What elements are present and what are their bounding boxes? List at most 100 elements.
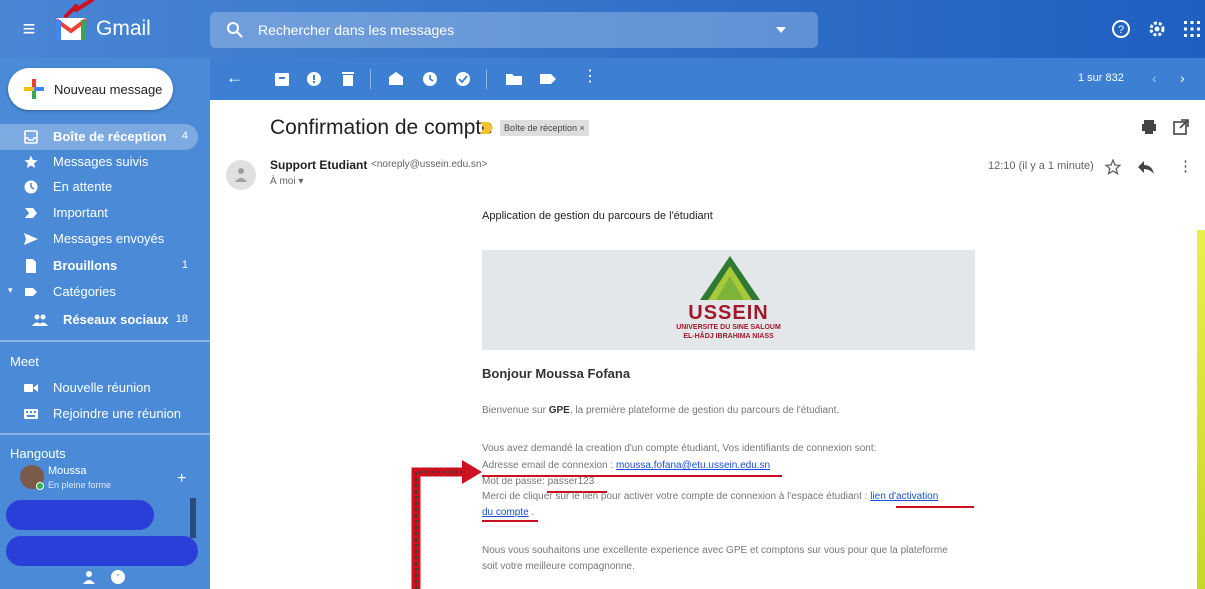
welcome-brand: GPE [548, 405, 570, 416]
sidebar-item-inbox[interactable]: Boîte de réception 4 [0, 124, 198, 150]
sidebar-item-label: Boîte de réception [53, 129, 167, 144]
move-to-folder-icon[interactable] [504, 69, 524, 89]
trash-icon[interactable] [338, 69, 358, 89]
sidebar-item-label: Réseaux sociaux [63, 312, 169, 327]
snooze-clock-icon[interactable] [420, 69, 440, 89]
label-icon [25, 288, 37, 296]
sidebar-item-label: Important [53, 205, 108, 220]
toolbar-divider [486, 69, 487, 89]
annotation-underline [896, 506, 974, 508]
activation-link-continued[interactable]: du compte [482, 507, 529, 518]
inbox-icon [24, 130, 38, 144]
inbox-label-chip[interactable]: Boîte de réception × [500, 120, 589, 136]
unread-count: 18 [175, 313, 188, 325]
password-line: Mot de passe: passer123 [482, 476, 595, 487]
closing-text: Nous vous souhaitons une excellente expe… [482, 545, 948, 572]
sidebar-item-drafts[interactable]: Brouillons 1 [0, 253, 198, 279]
people-icon [32, 314, 48, 326]
compose-button[interactable]: Nouveau message [8, 68, 173, 110]
email-line: Adresse email de connexion : moussa.fofa… [482, 460, 770, 471]
add-contact-icon[interactable]: + [177, 470, 186, 488]
back-arrow-icon[interactable]: ← [226, 68, 243, 88]
divider [0, 433, 210, 435]
settings-gear-icon[interactable] [1146, 18, 1168, 40]
unread-count: 1 [181, 259, 188, 271]
draft-file-icon [26, 259, 36, 273]
email-link[interactable]: moussa.fofana@etu.ussein.edu.sn [616, 460, 770, 471]
main-menu-icon[interactable]: ≡ [18, 18, 40, 40]
welcome-prefix: Bienvenue sur [482, 405, 549, 416]
ussein-line-1: UNIVERSITE DU SINE SALOUM [676, 324, 781, 331]
sender-name[interactable]: Support Etudiant [270, 158, 367, 172]
sidebar-item-label: Catégories [53, 284, 116, 299]
divider [0, 340, 210, 342]
welcome-text: Bienvenue sur GPE, la première plateform… [482, 405, 839, 416]
expand-arrow-icon[interactable]: ▾ [8, 285, 13, 296]
annotation-arrow-icon [411, 460, 482, 589]
search-options-icon[interactable] [776, 27, 786, 33]
print-icon[interactable] [1140, 118, 1158, 136]
newer-chevron-icon[interactable]: ‹ [1152, 70, 1157, 86]
important-marker-icon[interactable] [480, 122, 493, 134]
compose-label: Nouveau message [54, 82, 163, 97]
activation-link[interactable]: lien d'activation [870, 491, 938, 502]
send-icon [24, 233, 38, 245]
star-outline-icon[interactable] [1105, 159, 1121, 175]
message-timestamp: 12:10 (il y a 1 minute) [988, 160, 1094, 172]
email-label: Adresse email de connexion : [482, 460, 616, 471]
apps-grid-icon[interactable] [1181, 18, 1203, 40]
email-intro: Application de gestion du parcours de l'… [482, 210, 713, 222]
more-options-icon[interactable]: ⋮ [582, 69, 598, 85]
sidebar-item-social[interactable]: Réseaux sociaux 18 [0, 307, 198, 333]
hangouts-chat-icon[interactable]: " [110, 569, 126, 585]
unread-count: 4 [181, 130, 188, 142]
top-bar: ≡ Gmail Rechercher dans les messages ? [0, 0, 1205, 58]
main-area: ← ⋮ 1 sur 832 ‹ › Confirmation de compte… [210, 58, 1205, 589]
archive-icon[interactable] [272, 69, 292, 89]
recipient-details[interactable]: À moi ▾ [270, 176, 303, 187]
mark-unread-icon[interactable] [386, 69, 406, 89]
sidebar-item-starred[interactable]: Messages suivis [0, 149, 198, 175]
sidebar-item-sent[interactable]: Messages envoyés [0, 226, 198, 252]
welcome-suffix: , la première plateforme de gestion du p… [569, 405, 840, 416]
add-task-icon[interactable] [454, 69, 474, 89]
keyboard-icon [24, 409, 38, 419]
more-options-icon[interactable]: ⋮ [1178, 157, 1193, 175]
annotation-underline [482, 520, 538, 522]
ussein-mountain-logo-icon [700, 256, 760, 300]
reply-icon[interactable] [1138, 160, 1154, 174]
sidebar-item-snoozed[interactable]: En attente [0, 174, 198, 200]
meet-new-meeting[interactable]: Nouvelle réunion [0, 375, 198, 401]
online-status-icon [36, 482, 44, 490]
meet-join-meeting[interactable]: Rejoindre une réunion [0, 401, 198, 427]
redaction-scribble [6, 536, 198, 566]
ussein-banner: USSEIN UNIVERSITE DU SINE SALOUM EL-HÂDJ… [482, 250, 975, 350]
app-name[interactable]: Gmail [96, 16, 151, 42]
sidebar-item-categories[interactable]: ▾ Catégories [0, 279, 198, 305]
label-icon[interactable] [538, 69, 558, 89]
person-icon[interactable] [82, 570, 96, 584]
open-new-window-icon[interactable] [1172, 118, 1190, 136]
hangouts-bottom-bar: " [0, 566, 210, 589]
pagination-text: 1 sur 832 [1078, 72, 1124, 84]
meet-item-label: Rejoindre une réunion [53, 406, 181, 421]
sidebar-item-important[interactable]: Important [0, 200, 198, 226]
sender-avatar[interactable] [226, 160, 256, 190]
message-toolbar: ← ⋮ 1 sur 832 ‹ › [210, 58, 1205, 100]
search-input[interactable]: Rechercher dans les messages [210, 12, 818, 48]
report-spam-icon[interactable] [304, 69, 324, 89]
important-label-icon [25, 208, 37, 218]
gmail-logo-icon[interactable] [54, 14, 88, 42]
clock-icon [24, 180, 38, 194]
sender-email: <noreply@ussein.edu.sn> [371, 159, 488, 170]
hangouts-user-name[interactable]: Moussa [48, 465, 87, 477]
sidebar-item-label: Brouillons [53, 258, 118, 273]
older-chevron-icon[interactable]: › [1180, 70, 1185, 86]
help-icon[interactable]: ? [1110, 18, 1132, 40]
sidebar-scrollbar[interactable] [190, 498, 196, 538]
sidebar: Nouveau message Boîte de réception 4 Mes… [0, 58, 210, 589]
activation-line: Merci de cliquer sur le lien pour active… [482, 491, 938, 502]
ussein-name: USSEIN [688, 302, 769, 324]
svg-text:": " [117, 573, 120, 582]
search-icon[interactable] [226, 21, 244, 39]
